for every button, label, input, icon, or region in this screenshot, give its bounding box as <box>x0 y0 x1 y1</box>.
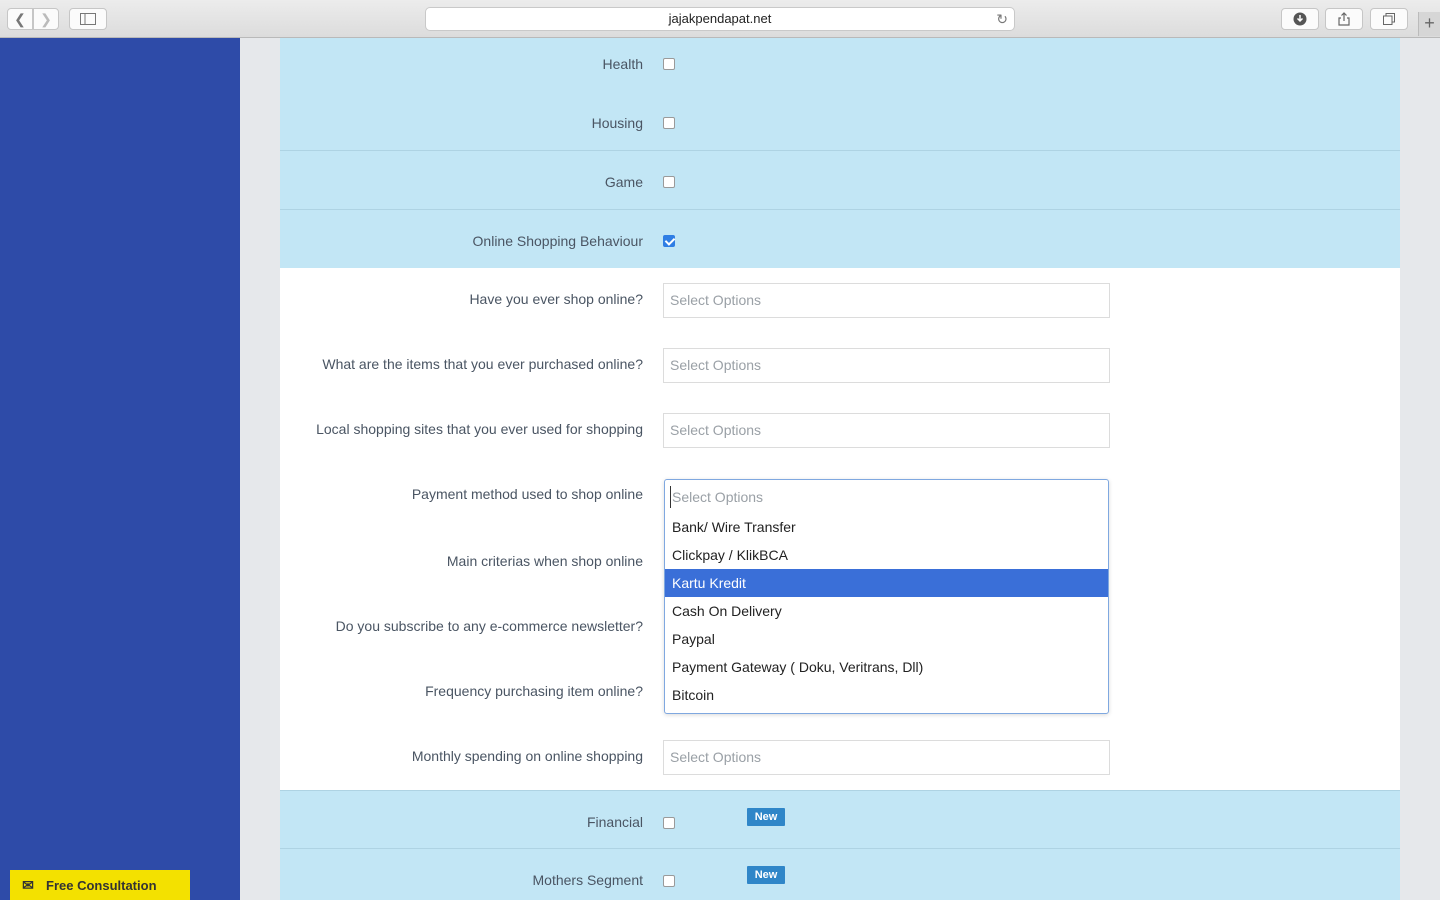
category-checkbox-financial[interactable] <box>663 817 675 829</box>
category-checkbox-game[interactable] <box>663 176 675 188</box>
dropdown-search-input[interactable]: Select Options <box>670 486 1100 508</box>
dropdown-option[interactable]: Paypal <box>665 625 1108 653</box>
address-bar[interactable]: jajakpendapat.net ↻ <box>425 7 1015 31</box>
dropdown-option[interactable]: Clickpay / KlikBCA <box>665 541 1108 569</box>
question-label: Have you ever shop online? <box>469 291 643 307</box>
select-monthly-spending[interactable]: Select Options <box>663 740 1110 775</box>
category-row-housing: Housing <box>280 92 1400 151</box>
dropdown-option[interactable]: Bitcoin <box>665 681 1108 709</box>
new-badge: New <box>747 808 785 826</box>
sidebar-toggle-button[interactable] <box>69 8 107 30</box>
sidebar-icon <box>80 13 96 25</box>
dropdown-option-highlighted[interactable]: Kartu Kredit <box>665 569 1108 597</box>
category-row-financial: Financial New <box>280 790 1400 849</box>
dropdown-option[interactable]: Bank/ Wire Transfer <box>665 513 1108 541</box>
downloads-button[interactable] <box>1281 8 1319 30</box>
chevron-right-icon: ❯ <box>40 10 52 27</box>
url-text: jajakpendapat.net <box>668 11 772 26</box>
select-shop-online[interactable]: Select Options <box>663 283 1110 318</box>
dropdown-options-list: Bank/ Wire Transfer Clickpay / KlikBCA K… <box>665 513 1108 709</box>
question-label: Local shopping sites that you ever used … <box>316 421 643 437</box>
category-label: Game <box>604 174 643 190</box>
category-row-health: Health <box>280 38 1400 97</box>
forward-button[interactable]: ❯ <box>33 8 59 30</box>
form-content: Health Housing Game Online Shopping Beha… <box>280 38 1400 900</box>
question-label: Frequency purchasing item online? <box>425 683 643 699</box>
share-button[interactable] <box>1325 8 1363 30</box>
reload-icon[interactable]: ↻ <box>996 8 1008 30</box>
category-checkbox-health[interactable] <box>663 58 675 70</box>
back-button[interactable]: ❮ <box>7 8 33 30</box>
dropdown-option[interactable]: Payment Gateway ( Doku, Veritrans, Dll) <box>665 653 1108 681</box>
free-consultation-label: Free Consultation <box>46 877 157 893</box>
question-label: What are the items that you ever purchas… <box>322 356 643 372</box>
category-label: Mothers Segment <box>532 872 644 888</box>
category-checkbox-mothers-segment[interactable] <box>663 875 675 887</box>
plus-icon: + <box>1424 13 1435 33</box>
category-checkbox-online-shopping[interactable] <box>663 235 675 247</box>
category-row-game: Game <box>280 151 1400 210</box>
category-checkbox-housing[interactable] <box>663 117 675 129</box>
left-sidebar <box>0 38 240 900</box>
chevron-left-icon: ❮ <box>14 10 26 27</box>
category-row-mothers-segment: Mothers Segment New <box>280 849 1400 900</box>
question-label: Payment method used to shop online <box>411 486 643 502</box>
new-badge: New <box>747 866 785 884</box>
category-label: Housing <box>591 115 643 131</box>
select-local-sites[interactable]: Select Options <box>663 413 1110 448</box>
browser-toolbar: ❮ ❯ jajakpendapat.net ↻ + <box>0 0 1440 38</box>
tabs-button[interactable] <box>1370 8 1408 30</box>
category-label: Online Shopping Behaviour <box>472 233 643 249</box>
category-row-online-shopping: Online Shopping Behaviour <box>280 210 1400 268</box>
tabs-icon <box>1383 13 1395 25</box>
free-consultation-button[interactable]: ✉ Free Consultation <box>10 870 190 900</box>
payment-method-dropdown[interactable]: Select Options Bank/ Wire Transfer Click… <box>664 479 1109 714</box>
download-icon <box>1293 12 1307 26</box>
question-label: Main criterias when shop online <box>446 553 643 569</box>
question-label: Monthly spending on online shopping <box>411 748 643 764</box>
envelope-icon: ✉ <box>22 876 34 893</box>
category-label: Health <box>602 56 643 72</box>
new-tab-button[interactable]: + <box>1418 12 1440 36</box>
dropdown-option[interactable]: Cash On Delivery <box>665 597 1108 625</box>
select-items-purchased[interactable]: Select Options <box>663 348 1110 383</box>
category-label: Financial <box>586 814 643 830</box>
share-icon <box>1338 12 1350 26</box>
question-label: Do you subscribe to any e-commerce newsl… <box>335 618 643 634</box>
